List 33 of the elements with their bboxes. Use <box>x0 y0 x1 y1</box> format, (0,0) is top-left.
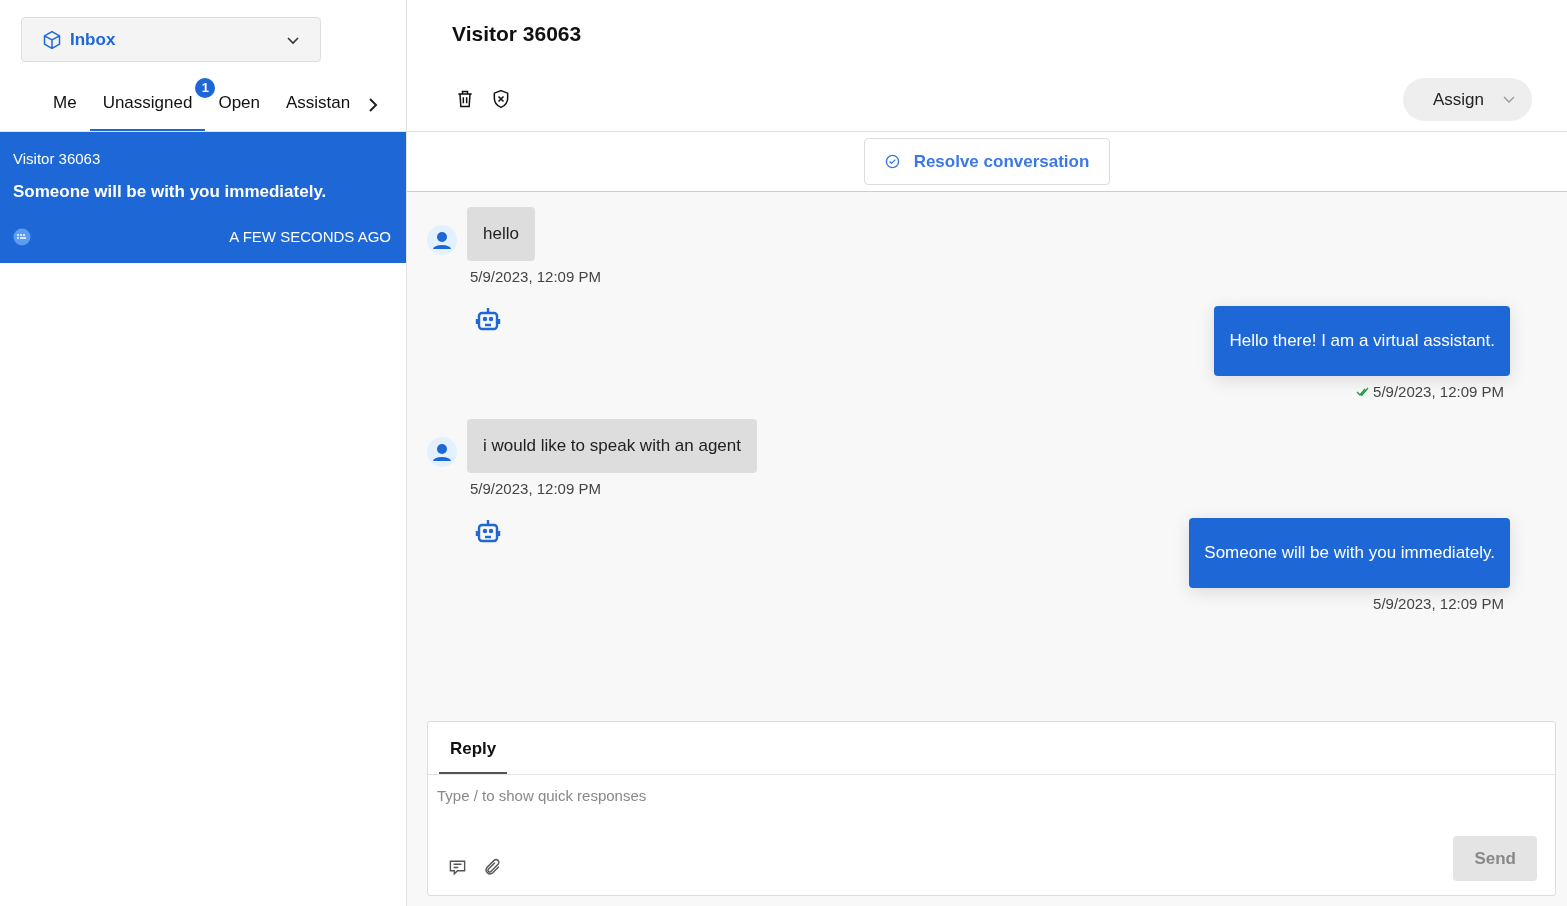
assign-dropdown[interactable]: Assign <box>1402 77 1532 121</box>
visitor-name: Visitor 36063 <box>13 149 102 169</box>
comment-icon[interactable] <box>448 858 467 877</box>
user-avatar-icon <box>427 437 457 467</box>
count-badge: 1 <box>195 77 216 98</box>
inbox-dropdown[interactable]: Inbox <box>21 17 321 62</box>
conversation-item[interactable]: Visitor 36063 Someone will be with you immediately. A FEW SECONDS AGO <box>0 132 406 263</box>
inbox-tab[interactable]: Assistan <box>273 89 364 131</box>
trash-icon[interactable] <box>455 89 475 110</box>
inbox-tab[interactable]: Me <box>40 89 90 131</box>
check-circle-icon <box>884 154 900 169</box>
message-bubble: Hello there! I am a virtual assistant. <box>1214 306 1510 376</box>
chat-bubble-icon <box>13 228 31 247</box>
message-bubble: Someone will be with you immediately. <box>1189 518 1510 588</box>
timestamp: 5/9/2023, 12:09 PM <box>470 478 601 499</box>
resolve-button[interactable]: Resolve conversation <box>863 137 1111 186</box>
reply-tab[interactable]: Reply <box>439 722 508 774</box>
shield-x-icon[interactable] <box>491 89 511 110</box>
box-icon <box>42 29 62 50</box>
timestamp: 5/9/2023, 12:09 PM <box>1373 381 1504 402</box>
double-check-icon <box>1356 386 1371 397</box>
conversation-title: Visitor 36063 <box>452 21 582 47</box>
timestamp: 5/9/2023, 12:09 PM <box>470 266 601 287</box>
chevron-right-icon[interactable] <box>367 97 380 113</box>
message-bubble: hello <box>467 207 535 261</box>
robot-icon <box>475 306 501 332</box>
timestamp: A FEW SECONDS AGO <box>229 227 391 247</box>
paperclip-icon[interactable] <box>483 858 502 877</box>
message-bubble: i would like to speak with an agent <box>467 419 757 473</box>
robot-icon <box>475 518 501 544</box>
timestamp: 5/9/2023, 12:09 PM <box>1373 593 1504 614</box>
message-preview: Someone will be with you immediately. <box>13 180 328 203</box>
user-avatar-icon <box>427 225 457 255</box>
